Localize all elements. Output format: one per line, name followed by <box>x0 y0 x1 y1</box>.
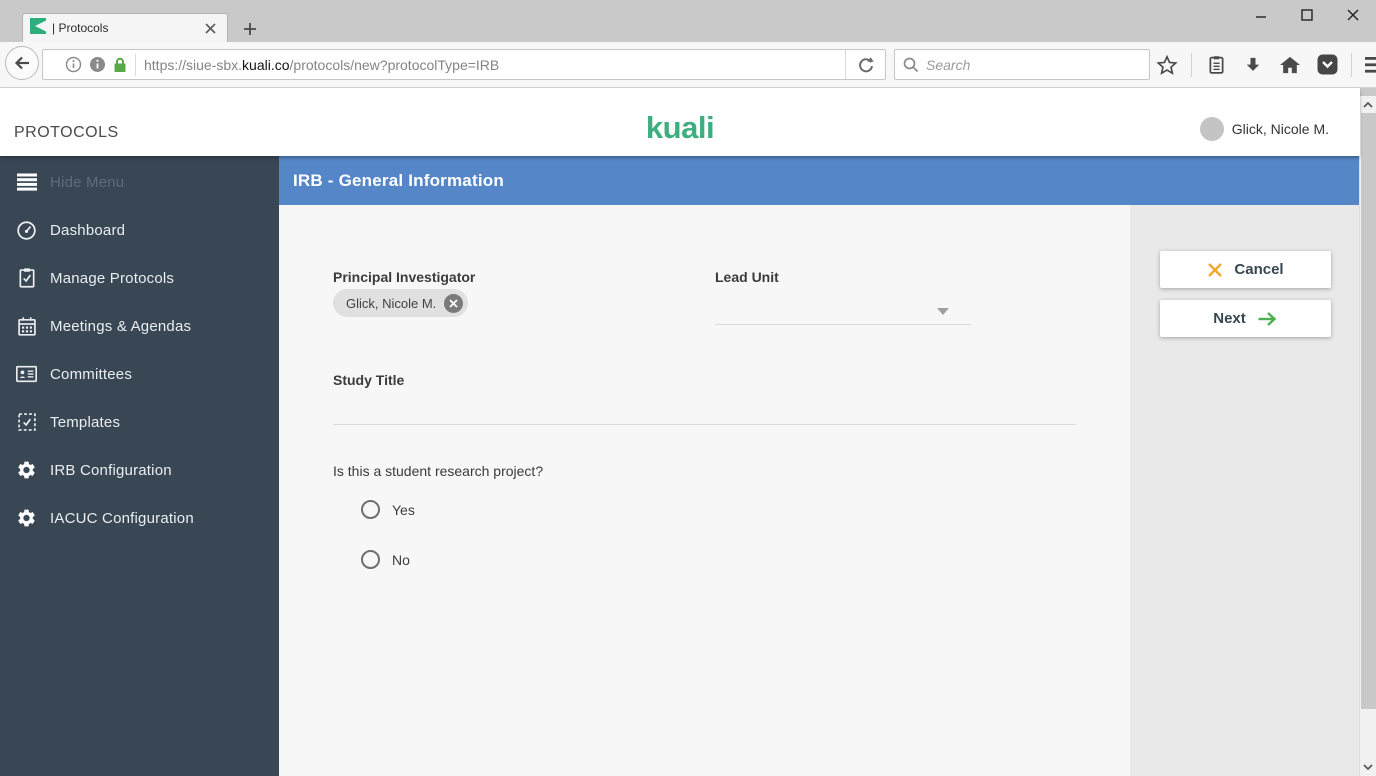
home-icon[interactable] <box>1277 51 1303 79</box>
sidebar-item-dashboard[interactable]: Dashboard <box>0 206 279 254</box>
kuali-favicon-icon <box>30 18 46 39</box>
app-title: PROTOCOLS <box>14 124 119 142</box>
lead-unit-select[interactable] <box>715 291 971 325</box>
tab-title: | Protocols <box>52 21 201 35</box>
search-input[interactable] <box>926 57 1141 73</box>
toolbar-divider <box>1191 53 1192 77</box>
toolbar-divider <box>1351 53 1352 77</box>
section-title: IRB - General Information <box>293 171 504 191</box>
search-bar[interactable] <box>894 49 1150 80</box>
new-tab-icon[interactable] <box>238 18 262 40</box>
browser-tab[interactable]: | Protocols <box>22 13 228 42</box>
gear-icon <box>16 460 37 481</box>
cancel-button[interactable]: Cancel <box>1160 251 1331 288</box>
radio-option-yes[interactable]: Yes <box>361 500 415 519</box>
radio-label: No <box>392 552 410 568</box>
study-title-input[interactable] <box>333 395 1076 425</box>
sidebar-item-label: Manage Protocols <box>50 270 174 287</box>
form-area: Principal Investigator Glick, Nicole M. … <box>279 205 1130 776</box>
dashboard-icon <box>16 220 37 241</box>
avatar <box>1200 117 1224 141</box>
section-header: IRB - General Information <box>279 156 1360 205</box>
radio-option-no[interactable]: No <box>361 550 410 569</box>
action-panel: Cancel Next <box>1130 205 1360 776</box>
next-label: Next <box>1213 310 1246 327</box>
user-name: Glick, Nicole M. <box>1232 121 1329 137</box>
sidebar-item-iacuc-configuration[interactable]: IACUC Configuration <box>0 494 279 542</box>
sidebar-item-label: IRB Configuration <box>50 462 172 479</box>
bookmark-star-icon[interactable] <box>1154 51 1180 79</box>
cancel-x-icon <box>1207 262 1223 278</box>
sidebar-item-label: Templates <box>50 414 120 431</box>
lead-unit-label: Lead Unit <box>715 269 779 285</box>
principal-investigator-label: Principal Investigator <box>333 269 475 285</box>
sidebar-item-label: Dashboard <box>50 222 125 239</box>
url-prefix: https://siue-sbx. <box>144 57 242 73</box>
titlebar: | Protocols <box>0 0 1376 42</box>
sidebar-item-label: Hide Menu <box>50 174 124 191</box>
gear-icon <box>16 508 37 529</box>
url-bar[interactable]: https://siue-sbx.kuali.co/protocols/new?… <box>42 49 886 80</box>
url-path: /protocols/new?protocolType=IRB <box>290 57 500 73</box>
radio-button-icon[interactable] <box>361 550 380 569</box>
student-project-question: Is this a student research project? <box>333 463 543 479</box>
principal-investigator-chip[interactable]: Glick, Nicole M. <box>333 289 468 317</box>
chip-value: Glick, Nicole M. <box>346 296 436 311</box>
chip-remove-icon[interactable] <box>444 294 463 313</box>
bookmarks-clipboard-icon[interactable] <box>1203 51 1229 79</box>
user-menu[interactable]: Glick, Nicole M. <box>1200 117 1329 141</box>
reload-icon[interactable] <box>845 50 885 79</box>
lock-icon[interactable] <box>113 56 127 73</box>
next-arrow-icon <box>1257 311 1278 327</box>
identity-icon[interactable] <box>89 56 106 73</box>
sidebar-item-manage-protocols[interactable]: Manage Protocols <box>0 254 279 302</box>
cancel-label: Cancel <box>1234 261 1283 278</box>
scroll-up-icon[interactable] <box>1360 97 1376 113</box>
study-title-label: Study Title <box>333 372 404 388</box>
template-check-icon <box>16 412 37 433</box>
chevron-down-icon <box>937 308 949 315</box>
pocket-icon[interactable] <box>1314 51 1340 79</box>
radio-label: Yes <box>392 502 415 518</box>
kuali-logo: kuali <box>646 110 714 146</box>
sidebar-item-hide-menu[interactable]: Hide Menu <box>0 158 279 206</box>
sidebar-item-committees[interactable]: Committees <box>0 350 279 398</box>
sidebar-item-label: IACUC Configuration <box>50 510 194 527</box>
back-button[interactable] <box>5 46 39 80</box>
info-icon[interactable] <box>65 56 82 73</box>
sidebar-item-label: Committees <box>50 366 132 383</box>
search-icon <box>903 57 919 73</box>
maximize-icon[interactable] <box>1284 0 1330 30</box>
calendar-icon <box>16 316 37 337</box>
browser-window: | Protocols <box>0 0 1376 776</box>
next-button[interactable]: Next <box>1160 300 1331 337</box>
url-divider <box>135 54 136 76</box>
clipboard-check-icon <box>16 268 37 289</box>
sidebar-item-irb-configuration[interactable]: IRB Configuration <box>0 446 279 494</box>
radio-button-icon[interactable] <box>361 500 380 519</box>
scroll-down-icon[interactable] <box>1360 759 1376 775</box>
menu-hamburger-icon[interactable] <box>1363 51 1376 79</box>
toolbar-icons <box>1154 49 1376 80</box>
url-domain: kuali.co <box>242 57 289 73</box>
sidebar-item-meetings-agendas[interactable]: Meetings & Agendas <box>0 302 279 350</box>
contact-card-icon <box>16 364 37 385</box>
tab-close-icon[interactable] <box>201 19 219 37</box>
menu-icon <box>16 172 37 193</box>
close-icon[interactable] <box>1330 0 1376 30</box>
sidebar-item-label: Meetings & Agendas <box>50 318 191 335</box>
app-header: PROTOCOLS kuali Glick, Nicole M. <box>0 88 1360 156</box>
sidebar: Hide Menu Dashboard Manage Protocols Mee… <box>0 156 279 776</box>
scrollbar-thumb[interactable] <box>1361 113 1376 709</box>
url-text[interactable]: https://siue-sbx.kuali.co/protocols/new?… <box>144 57 845 73</box>
minimize-icon[interactable] <box>1238 0 1284 30</box>
downloads-icon[interactable] <box>1240 51 1266 79</box>
sidebar-item-templates[interactable]: Templates <box>0 398 279 446</box>
window-controls <box>1238 0 1376 30</box>
vertical-scrollbar[interactable] <box>1359 96 1376 776</box>
